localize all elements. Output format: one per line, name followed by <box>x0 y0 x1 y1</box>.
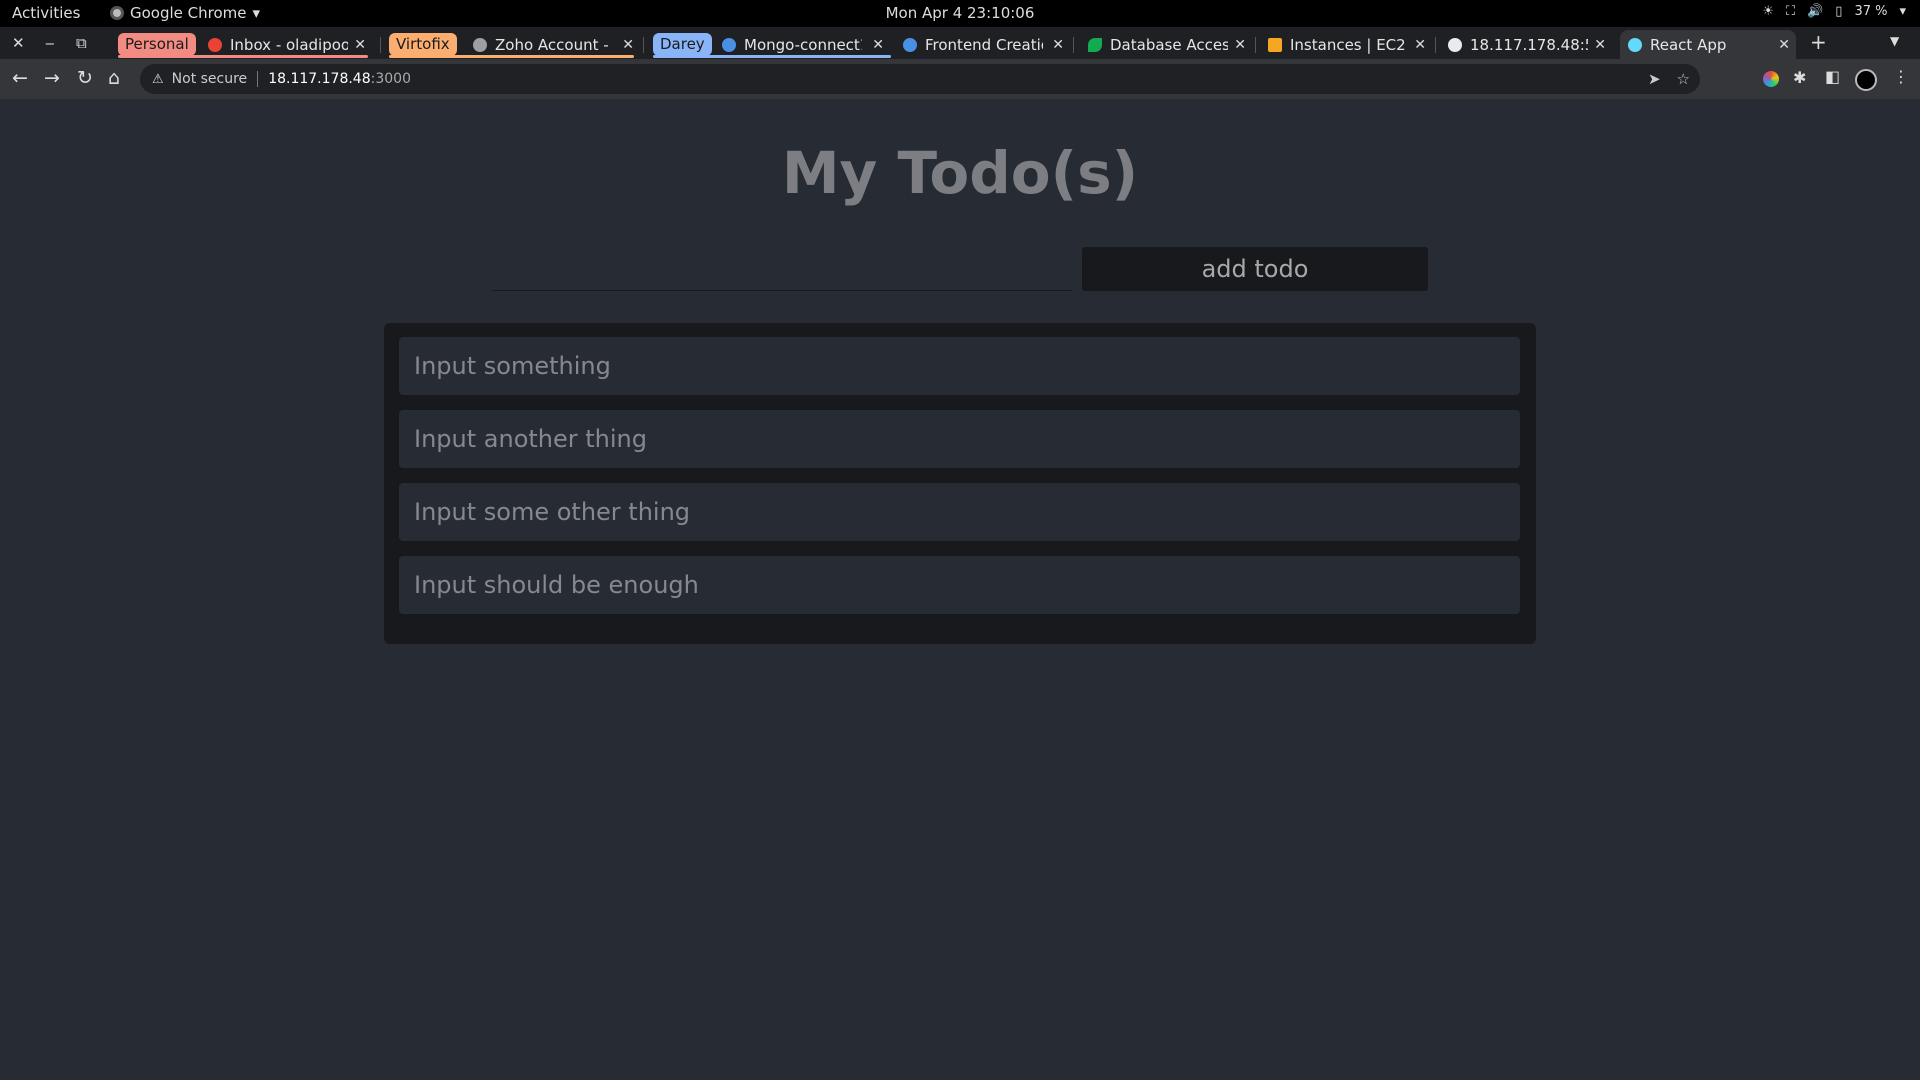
todo-item[interactable]: Input some other thing <box>399 483 1520 541</box>
tab-separator <box>1255 37 1256 53</box>
react-icon <box>722 37 736 52</box>
page-title: My Todo(s) <box>781 139 1139 207</box>
back-icon[interactable]: ← <box>12 67 28 89</box>
todo-input[interactable] <box>492 246 1072 291</box>
close-tab-icon[interactable]: ✕ <box>1234 37 1246 53</box>
system-top-bar: Activities Google Chrome ▾ Mon Apr 4 23:… <box>0 0 1920 27</box>
network-icon: ⛶ <box>1785 4 1796 19</box>
todo-item[interactable]: Input something <box>399 337 1520 395</box>
extensions-puzzle-icon[interactable]: ✱ <box>1793 68 1806 87</box>
tab-react-app[interactable]: React App ✕ <box>1620 30 1796 59</box>
tab-mongo-connect[interactable]: Mongo-connect1 ✕ <box>714 30 890 59</box>
close-tab-icon[interactable]: ✕ <box>1052 37 1064 53</box>
tab-separator <box>643 37 644 53</box>
close-tab-icon[interactable]: ✕ <box>1778 37 1790 53</box>
tab-database-access[interactable]: Database Access ✕ <box>1080 30 1252 59</box>
home-icon[interactable]: ⌂ <box>108 67 120 89</box>
warning-icon: ⚠ <box>152 71 164 87</box>
chevron-down-icon: ▾ <box>1899 4 1906 19</box>
address-separator <box>257 71 259 87</box>
tab-group-virtofix[interactable]: Virtofix <box>389 33 457 56</box>
close-tab-icon[interactable]: ✕ <box>1594 37 1606 53</box>
brightness-icon: ☀ <box>1762 4 1774 19</box>
tab-frontend-creation[interactable]: Frontend Creatio ✕ <box>895 30 1070 59</box>
zoho-icon <box>473 37 487 52</box>
tab-separator <box>1435 37 1436 53</box>
aws-cube-icon <box>1268 37 1282 52</box>
gmail-icon <box>208 37 222 52</box>
minimize-window-icon[interactable]: ‒ <box>45 34 55 52</box>
tab-separator <box>1073 37 1074 53</box>
side-panel-icon[interactable]: ◧ <box>1825 67 1840 86</box>
profile-avatar[interactable] <box>1855 69 1877 91</box>
tab-separator <box>380 37 381 53</box>
browser-toolbar: ← → ↻ ⌂ ⚠ Not secure 18.117.178.48 :3000… <box>0 59 1920 99</box>
react-icon <box>1628 37 1642 52</box>
reload-icon[interactable]: ↻ <box>77 67 93 89</box>
new-tab-button[interactable]: + <box>1810 30 1827 54</box>
system-clock[interactable]: Mon Apr 4 23:10:06 <box>0 4 1920 22</box>
chrome-menu-icon[interactable]: ⋮ <box>1893 67 1909 86</box>
close-tab-icon[interactable]: ✕ <box>354 37 366 53</box>
tab-ip-5000[interactable]: 18.117.178.48:50 ✕ <box>1440 30 1612 59</box>
system-tray[interactable]: ☀ ⛶ 🔊 ▯ 37 % ▾ <box>1762 4 1906 19</box>
battery-icon: ▯ <box>1835 4 1843 19</box>
close-window-icon[interactable]: ✕ <box>12 34 25 52</box>
tab-inbox[interactable]: Inbox - oladipool ✕ <box>200 30 372 59</box>
security-status[interactable]: Not secure <box>172 71 248 87</box>
close-tab-icon[interactable]: ✕ <box>622 37 634 53</box>
close-tab-icon[interactable]: ✕ <box>1414 37 1426 53</box>
close-tab-icon[interactable]: ✕ <box>872 37 884 53</box>
tab-search-icon[interactable]: ▼ <box>1890 34 1899 48</box>
tab-group-darey[interactable]: Darey <box>653 33 712 56</box>
battery-percent: 37 % <box>1854 4 1888 19</box>
todo-item[interactable]: Input another thing <box>399 410 1520 468</box>
tab-ec2-instances[interactable]: Instances | EC2 M ✕ <box>1260 30 1432 59</box>
react-icon <box>903 37 917 52</box>
mongodb-leaf-icon <box>1088 37 1102 52</box>
todo-item[interactable]: Input should be enough <box>399 556 1520 614</box>
address-bar[interactable]: ⚠ Not secure 18.117.178.48 :3000 ➤ ☆ <box>140 64 1700 94</box>
color-picker-extension-icon[interactable] <box>1763 71 1779 87</box>
restore-window-icon[interactable]: ⧉ <box>76 34 87 52</box>
url-host: 18.117.178.48 <box>268 71 371 87</box>
send-icon[interactable]: ➤ <box>1648 70 1661 88</box>
volume-icon: 🔊 <box>1807 4 1824 19</box>
page-viewport: My Todo(s) add todo Input something Inpu… <box>0 99 1920 1080</box>
forward-icon[interactable]: → <box>44 67 60 89</box>
globe-icon <box>1448 37 1462 52</box>
bookmark-star-icon[interactable]: ☆ <box>1677 70 1690 88</box>
todo-list: Input something Input another thing Inpu… <box>384 323 1536 644</box>
tab-zoho[interactable]: Zoho Account - Cl ✕ <box>465 30 640 59</box>
url-port: :3000 <box>370 71 411 87</box>
tab-group-personal[interactable]: Personal <box>118 33 196 56</box>
add-todo-button[interactable]: add todo <box>1082 247 1428 291</box>
